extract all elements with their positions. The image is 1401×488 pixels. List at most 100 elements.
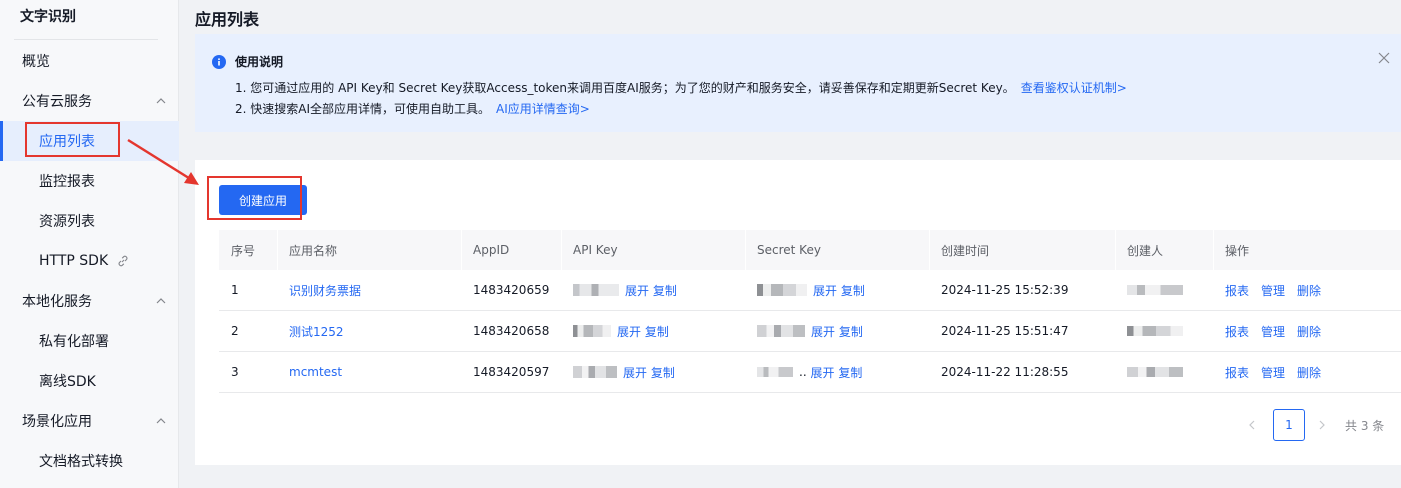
usage-notice: 使用说明 1. 您可通过应用的 API Key和 Secret Key获取Acc… [195,34,1401,132]
col-header-secret-key: Secret Key [745,230,929,270]
api-key-expand-link[interactable]: 展开 [617,323,641,340]
sidebar-group-local-service[interactable]: 本地化服务 [0,281,179,321]
sidebar-item-label: 公有云服务 [22,94,92,110]
report-link[interactable]: 报表 [1225,282,1249,299]
col-header-name: 应用名称 [277,230,461,270]
masked-secret-key [757,367,793,377]
table-row: 2 测试1252 1483420658 展开 复制 展开 复制 2024-11-… [219,311,1401,352]
sidebar-item-http-sdk[interactable]: HTTP SDK [0,241,179,281]
cell-app-name[interactable]: 识别财务票据 [277,270,361,310]
sidebar-item-label: HTTP SDK [39,253,109,269]
cell-index: 3 [231,365,239,379]
masked-secret-key [757,284,807,296]
masked-api-key [573,325,611,337]
cell-creator [1115,270,1189,310]
sidebar-item-overview[interactable]: 概览 [0,41,179,81]
cell-created-time: 2024-11-25 15:52:39 [941,283,1069,297]
cell-api-key: 展开 复制 [561,311,669,351]
page-title: 应用列表 [195,10,260,29]
chevron-up-icon [156,298,166,304]
chevron-up-icon [156,98,166,104]
api-key-copy-link[interactable]: 复制 [653,282,677,299]
sidebar-group-scenario-apps[interactable]: 场景化应用 [0,401,179,441]
col-header-creator: 创建人 [1115,230,1213,270]
cell-api-key: 展开 复制 [561,352,675,392]
sidebar-item-label: 本地化服务 [22,294,92,310]
sidebar-item-doc-convert[interactable]: 文档格式转换 [0,441,179,481]
page-button-current[interactable]: 1 [1273,409,1305,441]
notice-title: 使用说明 [235,55,284,69]
cell-creator [1115,311,1189,351]
delete-link[interactable]: 删除 [1297,323,1321,340]
secret-key-ellipsis: .. [799,365,807,379]
highlight-box-app-list [25,122,120,157]
cell-creator [1115,352,1189,392]
secret-key-expand-link[interactable]: 展开 [810,364,834,381]
delete-link[interactable]: 删除 [1297,282,1321,299]
sidebar-group-public-cloud[interactable]: 公有云服务 [0,81,179,121]
masked-api-key [573,366,617,378]
api-key-expand-link[interactable]: 展开 [625,282,649,299]
sidebar-item-offline-sdk[interactable]: 离线SDK [0,361,179,401]
secret-key-expand-link[interactable]: 展开 [813,282,837,299]
manage-link[interactable]: 管理 [1261,364,1285,381]
sidebar-item-monitor-report[interactable]: 监控报表 [0,161,179,201]
cell-actions: 报表 管理 删除 [1213,352,1333,392]
cell-created-time: 2024-11-22 11:28:55 [941,365,1069,379]
sidebar-item-label: 离线SDK [39,374,96,390]
masked-creator [1127,285,1183,295]
cell-actions: 报表 管理 删除 [1213,311,1333,351]
app-detail-query-link[interactable]: AI应用详情查询> [496,102,590,116]
delete-link[interactable]: 删除 [1297,364,1321,381]
cell-secret-key: 展开 复制 [745,270,865,310]
secret-key-copy-link[interactable]: 复制 [839,323,863,340]
notice-text: 1. 您可通过应用的 API Key和 Secret Key获取Access_t… [235,81,1015,95]
sidebar-item-label: 概览 [22,54,50,70]
app-list-card: 创建应用 序号 应用名称 AppID API Key Secret Key 创建… [195,160,1401,465]
cell-app-name[interactable]: mcmtest [277,352,342,392]
col-header-api-key: API Key [561,230,745,270]
highlight-box-create-app [207,176,302,220]
cell-app-name[interactable]: 测试1252 [277,311,344,351]
api-key-copy-link[interactable]: 复制 [645,323,669,340]
masked-api-key [573,284,619,296]
secret-key-copy-link[interactable]: 复制 [841,282,865,299]
close-icon[interactable] [1377,51,1391,65]
cell-api-key: 展开 复制 [561,270,677,310]
product-title: 文字识别 [20,9,76,25]
chevron-left-icon[interactable] [1245,418,1259,432]
chevron-up-icon [156,418,166,424]
manage-link[interactable]: 管理 [1261,323,1285,340]
cell-created-time: 2024-11-25 15:51:47 [941,324,1069,338]
masked-creator [1127,367,1183,377]
sidebar-item-private-deploy[interactable]: 私有化部署 [0,321,179,361]
sidebar-divider [14,39,158,40]
api-key-expand-link[interactable]: 展开 [623,364,647,381]
chevron-right-icon[interactable] [1315,418,1329,432]
notice-line-1: 1. 您可通过应用的 API Key和 Secret Key获取Access_t… [235,79,1127,96]
table-row: 3 mcmtest 1483420597 展开 复制 .. 展开 复制 2024… [219,352,1401,393]
api-key-copy-link[interactable]: 复制 [651,364,675,381]
secret-key-copy-link[interactable]: 复制 [838,364,862,381]
cell-index: 1 [231,283,239,297]
sidebar-item-label: 私有化部署 [39,334,109,350]
manage-link[interactable]: 管理 [1261,282,1285,299]
sidebar-item-resource-list[interactable]: 资源列表 [0,201,179,241]
info-icon [212,55,226,69]
col-header-appid: AppID [461,230,561,270]
total-count: 共 3 条 [1345,419,1385,433]
cell-appid: 1483420658 [473,324,550,338]
table-header: 序号 应用名称 AppID API Key Secret Key 创建时间 创建… [219,230,1401,270]
sidebar-item-label: 资源列表 [39,214,95,230]
report-link[interactable]: 报表 [1225,323,1249,340]
col-header-created-time: 创建时间 [929,230,1115,270]
report-link[interactable]: 报表 [1225,364,1249,381]
secret-key-expand-link[interactable]: 展开 [811,323,835,340]
notice-line-2: 2. 快速搜索AI全部应用详情，可使用自助工具。 AI应用详情查询> [235,100,590,117]
notice-text: 2. 快速搜索AI全部应用详情，可使用自助工具。 [235,102,491,116]
auth-doc-link[interactable]: 查看鉴权认证机制> [1021,81,1127,95]
col-header-actions: 操作 [1213,230,1401,270]
external-link-icon [118,255,128,267]
sidebar-item-label: 监控报表 [39,174,95,190]
cell-actions: 报表 管理 删除 [1213,270,1333,310]
